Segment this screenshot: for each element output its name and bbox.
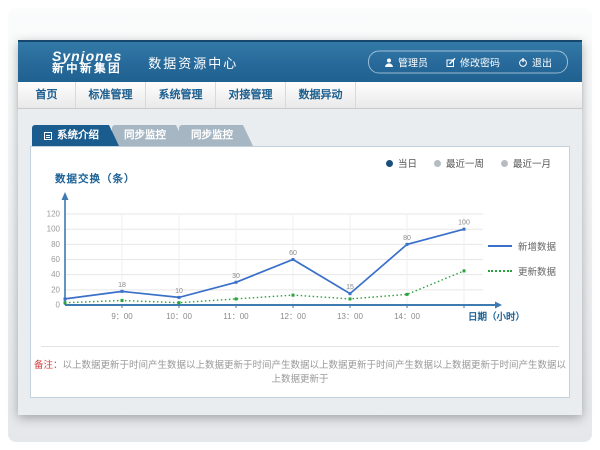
user-name: 管理员 [398, 55, 428, 70]
person-icon [384, 57, 394, 67]
brand-company: 新中新集团 [52, 63, 122, 75]
change-password-label: 修改密码 [460, 55, 500, 70]
nav-item-standard-mgmt[interactable]: 标准管理 [76, 82, 146, 108]
tab-bar: 系统介绍 同步监控 同步监控 [32, 125, 582, 146]
svg-text:18: 18 [118, 282, 126, 289]
svg-text:12：00: 12：00 [280, 312, 306, 321]
svg-text:14：00: 14：00 [394, 312, 420, 321]
svg-text:30: 30 [232, 273, 240, 280]
y-axis-label: 数据交换（条） [55, 171, 136, 186]
line-chart: 0 20 40 60 80 100 120 9：00 10：00 11：00 12：00 13：00 1… [45, 189, 527, 339]
main-nav: 首页 标准管理 系统管理 对接管理 数据异动 [18, 82, 582, 109]
svg-text:80: 80 [403, 235, 411, 242]
svg-text:10: 10 [175, 288, 183, 295]
edit-icon [446, 57, 456, 67]
app-window: Synjones 新中新集团 数据资源中心 管理员 修改密码 退出 [18, 40, 582, 415]
svg-text:13：00: 13：00 [337, 312, 363, 321]
note-prefix: 备注： [34, 360, 63, 371]
legend-label: 更新数据 [518, 264, 556, 278]
svg-text:120: 120 [47, 210, 61, 219]
filter-label: 最近一周 [446, 156, 484, 170]
brand-logo: Synjones 新中新集团 [52, 49, 122, 76]
power-icon [518, 57, 528, 67]
filter-last-week[interactable]: 最近一周 [434, 156, 484, 170]
content-area: 系统介绍 同步监控 同步监控 当日 最近一周 [18, 109, 582, 415]
svg-text:100: 100 [458, 220, 470, 227]
filter-label: 最近一月 [513, 156, 551, 170]
svg-text:0: 0 [56, 301, 61, 310]
svg-text:20: 20 [51, 285, 60, 294]
nav-item-system-mgmt[interactable]: 系统管理 [146, 82, 216, 108]
tab-label: 系统介绍 [57, 125, 99, 146]
chart-legend: 新增数据 更新数据 [488, 239, 556, 289]
legend-label: 新增数据 [518, 239, 556, 253]
tab-sync-monitor-1[interactable]: 同步监控 [112, 125, 186, 146]
filter-last-month[interactable]: 最近一月 [501, 156, 551, 170]
filter-label: 当日 [398, 156, 417, 170]
logout-label: 退出 [532, 55, 552, 70]
radio-dot-icon [386, 160, 393, 167]
svg-text:9：00: 9：00 [111, 312, 133, 321]
app-title: 数据资源中心 [148, 53, 238, 72]
radio-dot-icon [501, 160, 508, 167]
legend-item-new-data: 新增数据 [488, 239, 556, 253]
user-menu-admin[interactable]: 管理员 [375, 55, 437, 70]
change-password-button[interactable]: 修改密码 [437, 55, 509, 70]
nav-item-home[interactable]: 首页 [18, 82, 76, 108]
svg-text:100: 100 [47, 225, 61, 234]
app-header: Synjones 新中新集团 数据资源中心 管理员 修改密码 退出 [18, 40, 582, 82]
note-divider [41, 346, 559, 347]
svg-text:15: 15 [346, 284, 354, 291]
radio-dot-icon [434, 160, 441, 167]
document-icon [44, 132, 52, 140]
svg-text:40: 40 [51, 270, 60, 279]
content-card: 当日 最近一周 最近一月 数据交换（条） 0 20 40 60 80 100 120 9：00… [30, 146, 570, 398]
nav-item-data-change[interactable]: 数据异动 [286, 82, 356, 108]
tab-sync-monitor-2[interactable]: 同步监控 [179, 125, 253, 146]
chart-container: 0 20 40 60 80 100 120 9：00 10：00 11：00 12：00 13：00 1… [45, 189, 527, 344]
svg-text:日期（小时）: 日期（小时） [468, 311, 525, 323]
footnote: 备注：以上数据更新于时间产生数据以上数据更新于时间产生数据以上数据更新于时间产生… [31, 357, 569, 385]
logout-button[interactable]: 退出 [509, 55, 561, 70]
filter-today[interactable]: 当日 [386, 156, 417, 170]
note-text: 以上数据更新于时间产生数据以上数据更新于时间产生数据以上数据更新于时间产生数据以… [63, 360, 567, 385]
range-filters: 当日 最近一周 最近一月 [386, 156, 551, 170]
tab-label: 同步监控 [124, 125, 166, 146]
tab-label: 同步监控 [191, 125, 233, 146]
user-pill: 管理员 修改密码 退出 [368, 51, 568, 74]
tab-system-intro[interactable]: 系统介绍 [32, 125, 119, 146]
svg-text:80: 80 [51, 240, 60, 249]
svg-text:60: 60 [51, 255, 60, 264]
brand-name: Synjones [52, 49, 122, 64]
dotted-line-icon [488, 270, 512, 272]
svg-text:11：00: 11：00 [223, 312, 249, 321]
svg-text:10：00: 10：00 [166, 312, 192, 321]
solid-line-icon [488, 245, 512, 247]
nav-item-interface-mgmt[interactable]: 对接管理 [216, 82, 286, 108]
legend-item-update-data: 更新数据 [488, 264, 556, 278]
svg-text:60: 60 [289, 250, 297, 257]
